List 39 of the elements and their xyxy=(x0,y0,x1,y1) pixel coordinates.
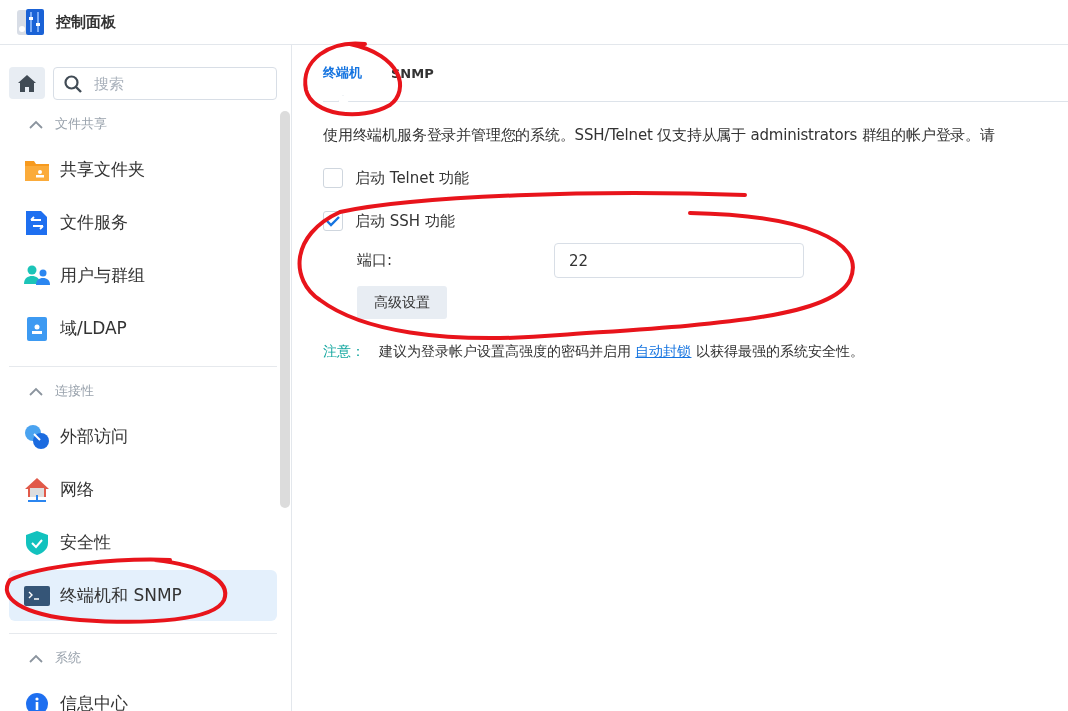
checkbox-label: 启动 Telnet 功能 xyxy=(355,168,470,188)
collapse-caret-icon[interactable] xyxy=(29,386,43,396)
sidebar-item[interactable]: 共享文件夹 xyxy=(9,144,277,195)
sidebar-item[interactable]: 终端机和 SNMP xyxy=(9,570,277,621)
search-field[interactable]: 搜索 xyxy=(53,67,277,100)
checkbox[interactable] xyxy=(323,168,343,188)
note-label: 注意： xyxy=(323,343,365,361)
house-network-icon xyxy=(24,476,50,503)
file-transfer-icon xyxy=(25,209,49,236)
home-icon xyxy=(18,74,36,92)
terminal-icon xyxy=(24,585,50,606)
section-title: 系统 xyxy=(55,649,81,667)
users-icon xyxy=(24,264,50,287)
control-panel-icon xyxy=(16,7,46,37)
sidebar-item[interactable]: 安全性 xyxy=(9,517,277,568)
sidebar-item[interactable]: 域/LDAP xyxy=(9,303,277,354)
contact-card-icon xyxy=(26,315,48,342)
advanced-settings-button[interactable]: 高级设置 xyxy=(357,286,447,319)
port-label: 端口: xyxy=(357,251,394,270)
collapse-caret-icon[interactable] xyxy=(29,119,43,129)
tab[interactable]: 终端机 xyxy=(323,45,362,101)
window-title: 控制面板 xyxy=(56,12,116,32)
section-title: 连接性 xyxy=(55,382,94,400)
auto-block-link[interactable]: 自动封锁 xyxy=(635,343,692,359)
link-icon xyxy=(24,423,50,450)
shield-check-icon xyxy=(25,529,49,556)
collapse-caret-icon[interactable] xyxy=(29,653,43,663)
sidebar-item[interactable]: 信息中心 xyxy=(9,678,277,711)
sidebar-item[interactable]: 外部访问 xyxy=(9,411,277,462)
sidebar-item[interactable]: 用户与群组 xyxy=(9,250,277,301)
checkbox-label: 启动 SSH 功能 xyxy=(355,211,455,231)
port-input-field[interactable]: 22 xyxy=(554,243,804,278)
scrollbar[interactable] xyxy=(280,111,290,508)
section-title: 文件共享 xyxy=(55,115,107,133)
description-text: 使用终端机服务登录并管理您的系统。SSH/Telnet 仅支持从属于 administrators 群组的帐户登录。请 xyxy=(323,126,996,145)
sidebar-item[interactable]: 文件服务 xyxy=(9,197,277,248)
home-button[interactable] xyxy=(9,67,45,99)
note-text: 建议为登录帐户设置高强度的密码并启用 自动封锁 以获得最强的系统安全性。 xyxy=(379,343,864,361)
sidebar-item[interactable]: 网络 xyxy=(9,464,277,515)
